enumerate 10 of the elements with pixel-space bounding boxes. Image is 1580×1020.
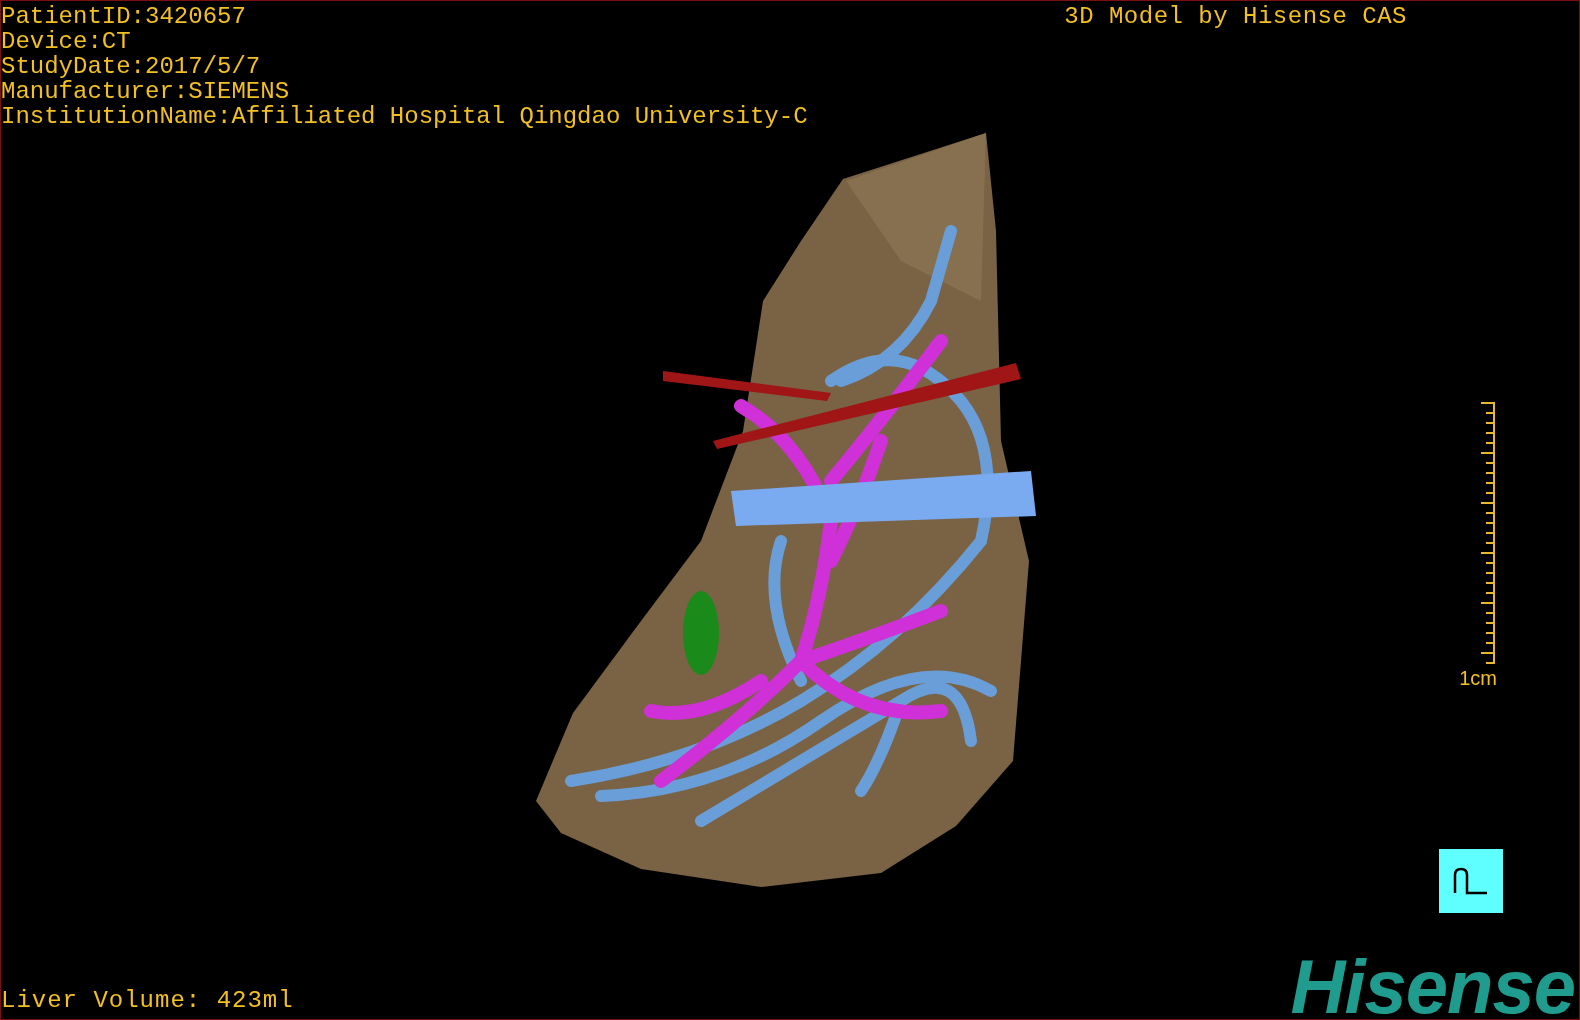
study-info-text: PatientID:3420657 [1,4,246,29]
study-info-text: InstitutionName:Affiliated Hospital Qingdao University-C [1,104,808,129]
liver-volume-text: Liver Volume: 423ml [1,988,294,1016]
study-info-text: Device:CT [1,29,131,54]
brand-logo: Hisense [1290,949,1576,1020]
view-button[interactable] [1439,849,1503,913]
scale-label: 1cm [1459,667,1497,689]
study-info-text: StudyDate:2017/5/7 [1,54,261,79]
study-info-text: Manufacturer:SIEMENS [1,79,290,104]
model-title: 3D Model by Hisense CAS [1064,4,1407,32]
